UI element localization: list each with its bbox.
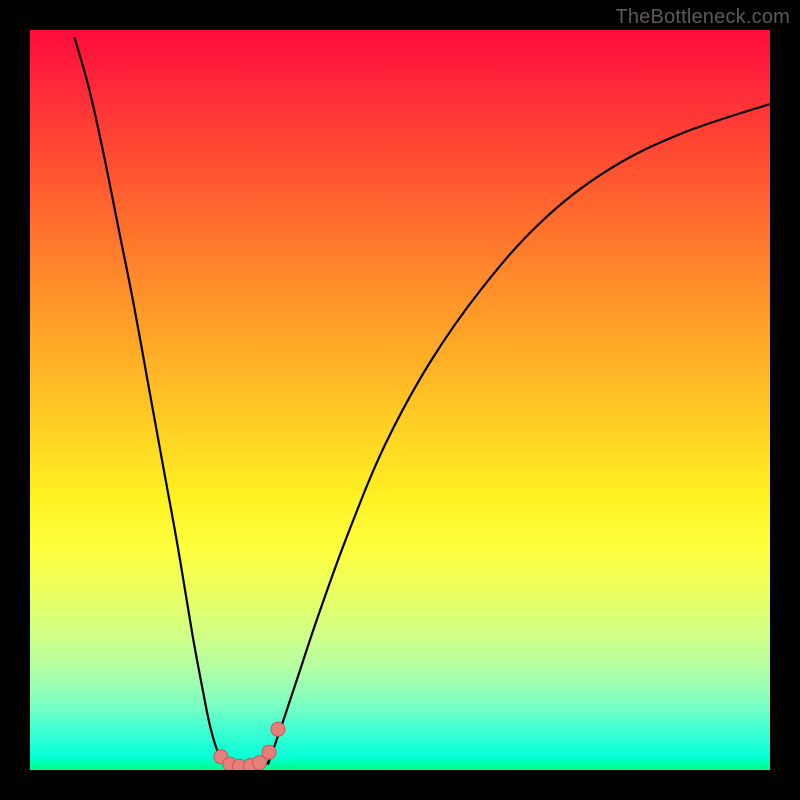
- valley-marker: [214, 750, 228, 764]
- chart-stage: TheBottleneck.com: [0, 0, 800, 800]
- valley-marker: [223, 757, 237, 770]
- valley-marker: [252, 756, 266, 770]
- valley-marker: [232, 759, 246, 770]
- bottleneck-curve: [74, 37, 770, 769]
- plot-area: [30, 30, 770, 770]
- valley-marker: [271, 722, 285, 736]
- valley-marker: [244, 759, 258, 770]
- valley-marker: [262, 745, 276, 759]
- watermark-text: TheBottleneck.com: [615, 6, 790, 29]
- valley-marker-group: [214, 722, 285, 770]
- curve-layer: [30, 30, 770, 770]
